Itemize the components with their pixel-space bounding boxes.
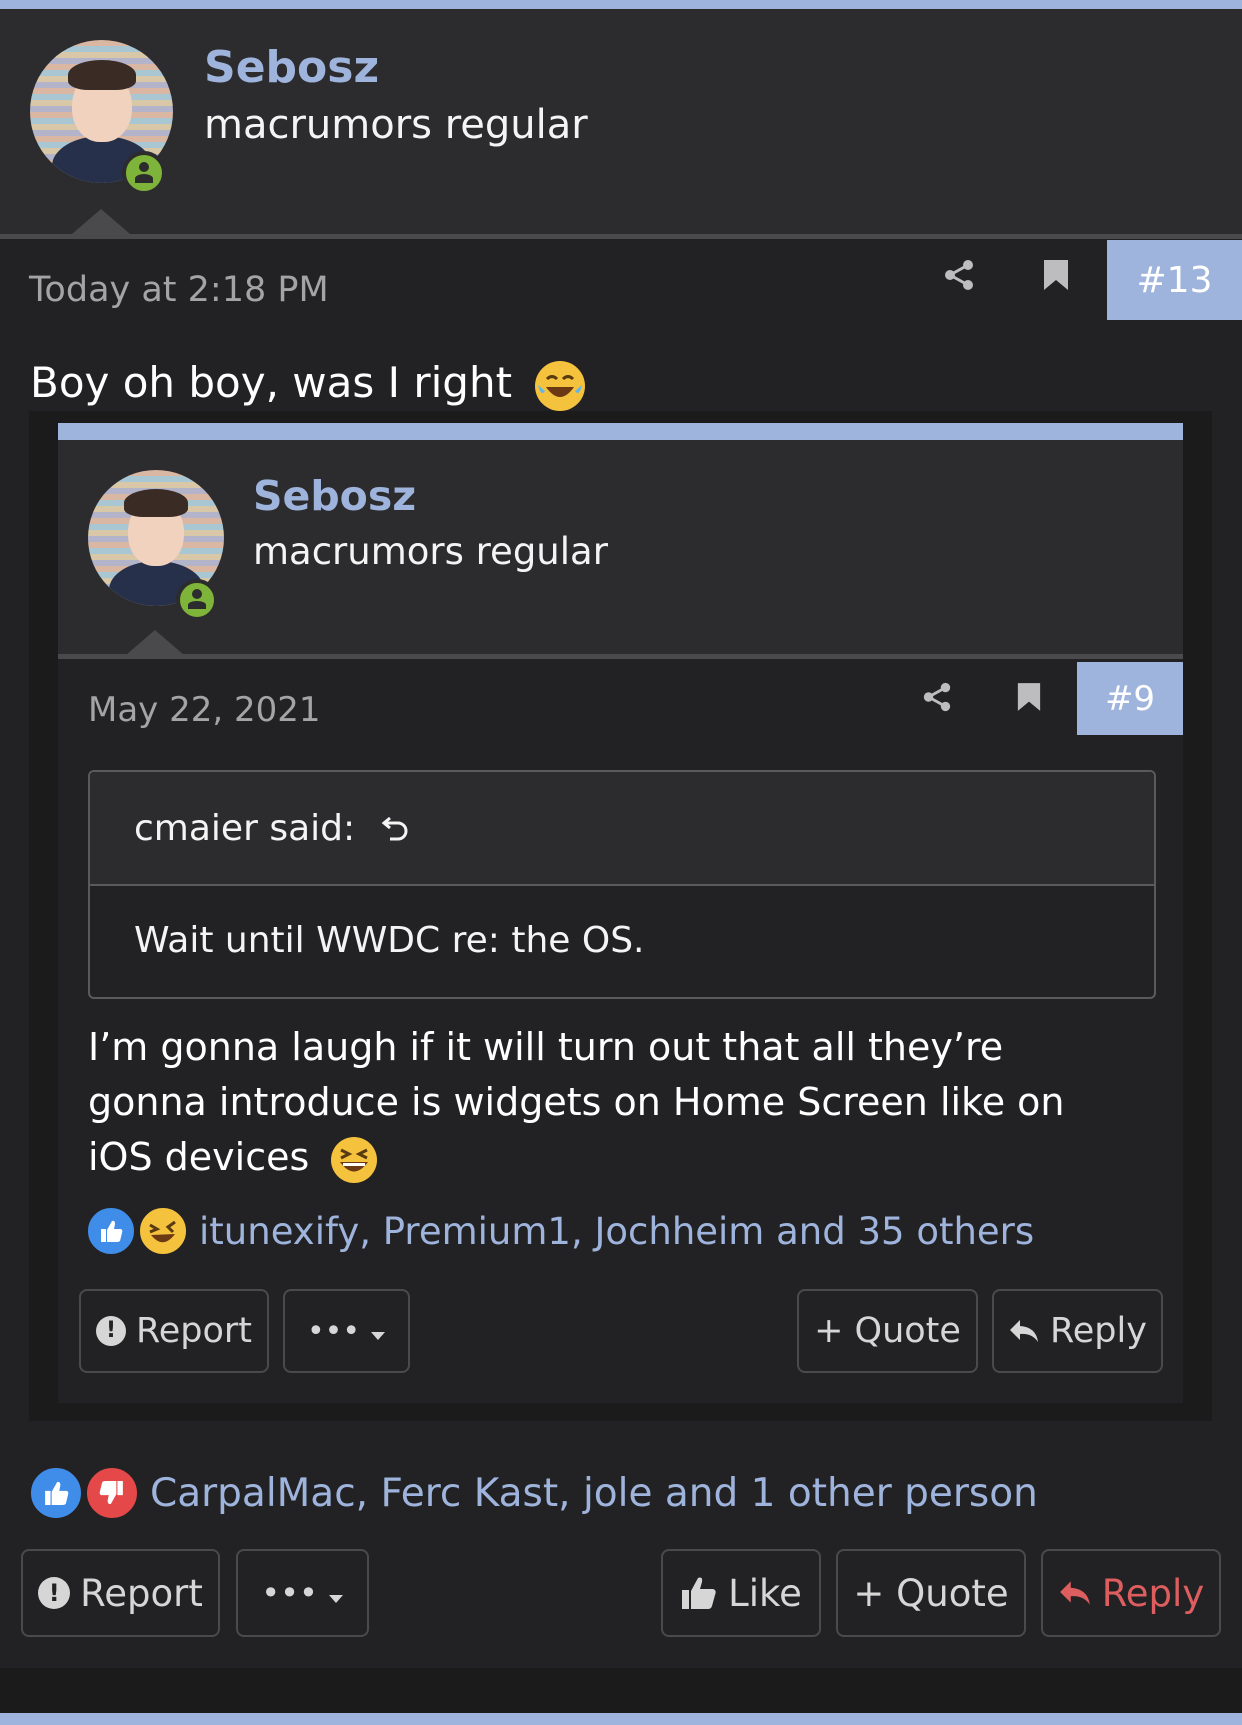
embedded-quote-button[interactable]: + Quote xyxy=(797,1289,978,1373)
reactions-list[interactable]: CarpalMac, Ferc Kast, jole and 1 other p… xyxy=(150,1471,1038,1516)
bookmark-icon[interactable] xyxy=(1016,681,1042,713)
dislike-reaction-icon xyxy=(82,1463,142,1523)
reply-arrow-icon xyxy=(1058,1579,1092,1607)
share-icon[interactable] xyxy=(942,258,976,292)
embedded-reactions-bar[interactable]: itunexify, Premium1, Jochheim and 35 oth… xyxy=(83,1203,1034,1259)
exclamation-icon: ! xyxy=(38,1577,71,1609)
message-line-text: iOS devices xyxy=(88,1135,310,1179)
like-reaction-icon xyxy=(83,1203,139,1259)
header-divider xyxy=(0,234,1242,239)
thumbs-up-icon xyxy=(680,1575,718,1611)
header-caret xyxy=(72,209,130,234)
post-user-header xyxy=(0,9,1242,234)
embedded-header-caret xyxy=(126,630,184,655)
chevron-down-icon xyxy=(328,1574,344,1612)
reply-arrow-icon xyxy=(1008,1318,1040,1344)
exclamation-icon: ! xyxy=(95,1316,126,1346)
message-line: I’m gonna laugh if it will turn out that… xyxy=(88,1025,1004,1069)
embedded-post-date[interactable]: May 22, 2021 xyxy=(88,690,321,730)
post-message-text: Boy oh boy, was I right xyxy=(30,358,513,407)
online-status-icon xyxy=(122,151,166,195)
post-number-link[interactable]: #13 xyxy=(1107,240,1242,320)
message-line-last: iOS devices xyxy=(88,1130,1065,1185)
share-icon[interactable] xyxy=(921,681,953,713)
grinning-squinting-emoji-icon xyxy=(331,1136,378,1183)
blockquote-attribution-text: cmaier said: xyxy=(134,808,356,849)
like-label: Like xyxy=(728,1571,802,1615)
blockquote-text: Wait until WWDC re: the OS. xyxy=(134,920,645,961)
quote-label: + Quote xyxy=(814,1311,961,1351)
reply-label: Reply xyxy=(1050,1311,1147,1351)
chevron-down-icon xyxy=(370,1314,386,1349)
more-label: ••• xyxy=(261,1574,318,1612)
bottom-accent-bar xyxy=(0,1713,1242,1725)
message-line: gonna introduce is widgets on Home Scree… xyxy=(88,1080,1065,1124)
embedded-reply-button[interactable]: Reply xyxy=(992,1289,1163,1373)
online-status-icon xyxy=(176,579,218,621)
reply-label: Reply xyxy=(1101,1571,1205,1615)
embedded-post-accent-bar xyxy=(58,423,1183,440)
bookmark-icon[interactable] xyxy=(1042,258,1070,292)
quote-label: + Quote xyxy=(853,1571,1009,1615)
more-label: ••• xyxy=(306,1313,361,1349)
haha-reaction-icon xyxy=(135,1203,191,1259)
blockquote: cmaier said: Wait until WWDC re: the OS. xyxy=(88,770,1156,999)
embedded-username[interactable]: Sebosz xyxy=(253,472,416,520)
embedded-user-title: macrumors regular xyxy=(253,530,608,573)
avatar-hair xyxy=(124,489,188,517)
more-options-button[interactable]: ••• xyxy=(236,1549,369,1637)
post-message: Boy oh boy, was I right xyxy=(30,358,586,411)
report-label: Report xyxy=(80,1571,203,1615)
embedded-post-message: I’m gonna laugh if it will turn out that… xyxy=(88,1020,1065,1185)
like-button[interactable]: Like xyxy=(661,1549,821,1637)
report-button[interactable]: ! Report xyxy=(21,1549,220,1637)
blockquote-header[interactable]: cmaier said: xyxy=(90,772,1154,886)
reply-button[interactable]: Reply xyxy=(1041,1549,1221,1637)
embedded-header-divider xyxy=(58,654,1183,659)
tears-of-joy-emoji-icon xyxy=(535,360,586,411)
user-title: macrumors regular xyxy=(204,102,588,148)
embedded-reactions-list[interactable]: itunexify, Premium1, Jochheim and 35 oth… xyxy=(199,1210,1034,1253)
embedded-more-options-button[interactable]: ••• xyxy=(283,1289,410,1373)
quote-button[interactable]: + Quote xyxy=(836,1549,1026,1637)
embedded-report-button[interactable]: ! Report xyxy=(79,1289,269,1373)
reactions-bar[interactable]: CarpalMac, Ferc Kast, jole and 1 other p… xyxy=(26,1463,1038,1523)
undo-arrow-icon[interactable] xyxy=(381,810,411,851)
avatar-hair xyxy=(68,60,136,90)
embedded-post-number-link[interactable]: #9 xyxy=(1077,662,1183,735)
embedded-post-user-header xyxy=(58,440,1183,654)
username[interactable]: Sebosz xyxy=(204,42,379,93)
post-date[interactable]: Today at 2:18 PM xyxy=(29,270,329,310)
top-accent-bar xyxy=(0,0,1242,9)
page-footer-spacer xyxy=(0,1668,1242,1713)
blockquote-attribution[interactable]: cmaier said: xyxy=(134,808,411,851)
like-reaction-icon xyxy=(26,1463,86,1523)
report-label: Report xyxy=(135,1311,253,1351)
